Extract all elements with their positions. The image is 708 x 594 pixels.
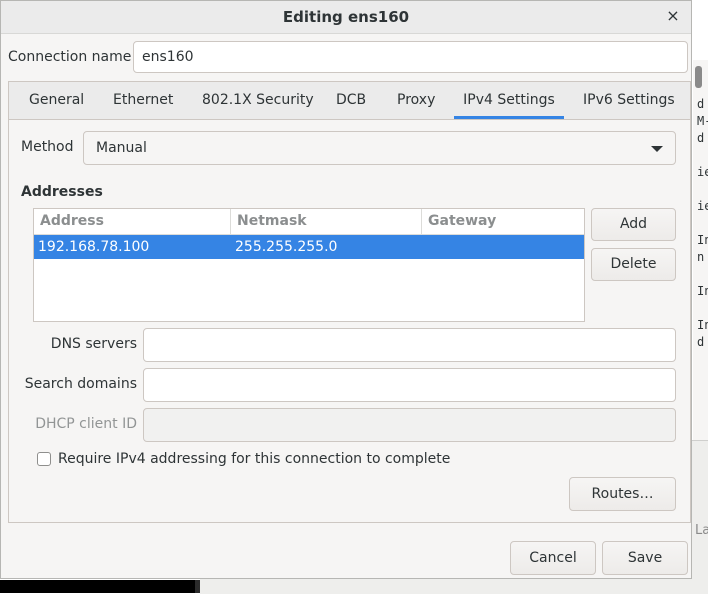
background-label: La (695, 523, 708, 538)
dhcp-client-id-label: DHCP client ID (35, 416, 137, 432)
tab-8021x-security[interactable]: 802.1X Security (202, 82, 314, 119)
method-dropdown[interactable]: Manual (83, 131, 676, 165)
cell-netmask[interactable]: 255.255.255.0 (231, 235, 337, 259)
terminal-line: d (697, 97, 705, 111)
close-icon[interactable]: × (663, 6, 683, 26)
cancel-button[interactable]: Cancel (510, 541, 596, 575)
tab-bar: General Ethernet 802.1X Security DCB Pro… (9, 82, 690, 120)
dhcp-client-id-input (143, 408, 676, 442)
column-netmask[interactable]: Netmask (230, 209, 421, 234)
require-ipv4-label[interactable]: Require IPv4 addressing for this connect… (58, 451, 450, 467)
background-divider (195, 580, 200, 593)
add-address-button[interactable]: Add (591, 208, 676, 241)
addresses-heading: Addresses (21, 184, 103, 200)
dns-servers-input[interactable] (143, 328, 676, 362)
column-gateway[interactable]: Gateway (421, 209, 584, 234)
connection-name-label: Connection name (8, 49, 132, 65)
terminal-line: n a (697, 250, 708, 264)
terminal-line: d (697, 131, 705, 145)
dialog-title: Editing ens160 (282, 8, 410, 26)
tab-ethernet[interactable]: Ethernet (113, 82, 173, 119)
terminal-line: M- (697, 114, 708, 128)
search-domains-input[interactable] (143, 368, 676, 402)
addresses-table[interactable]: Address Netmask Gateway 192.168.78.100 2… (33, 208, 585, 322)
tab-ipv6-settings[interactable]: IPv6 Settings (583, 82, 675, 119)
background-desktop (0, 580, 195, 593)
tab-proxy[interactable]: Proxy (397, 82, 435, 119)
editing-connection-dialog: Editing ens160 × Connection name ens160 … (0, 0, 692, 579)
tab-ipv4-settings[interactable]: IPv4 Settings (454, 82, 564, 119)
terminal-line: ie (697, 199, 708, 213)
column-address[interactable]: Address (34, 209, 230, 234)
save-button[interactable]: Save (602, 541, 688, 575)
method-label: Method (21, 139, 74, 155)
connection-name-input[interactable]: ens160 (133, 41, 688, 73)
terminal-line: In (697, 318, 708, 332)
terminal-scrollbar[interactable] (695, 66, 702, 88)
tab-dcb[interactable]: DCB (336, 82, 366, 119)
tab-general[interactable]: General (29, 82, 84, 119)
method-value: Manual (96, 140, 147, 156)
terminal-output: d M-d ie ie In n a In In d (697, 96, 708, 426)
terminal-line: ie (697, 165, 708, 179)
dialog-titlebar: Editing ens160 × (1, 1, 691, 34)
search-domains-label: Search domains (24, 376, 137, 392)
dns-servers-label: DNS servers (50, 336, 137, 352)
dropdown-arrow-icon (651, 146, 663, 152)
require-ipv4-checkbox[interactable] (37, 452, 51, 466)
terminal-line: In (697, 284, 708, 298)
cell-address[interactable]: 192.168.78.100 (34, 235, 149, 259)
terminal-line: In (697, 233, 708, 247)
terminal-line: d (697, 335, 705, 349)
table-row[interactable]: 192.168.78.100 255.255.255.0 (34, 235, 584, 259)
routes-button[interactable]: Routes… (569, 477, 676, 511)
table-header: Address Netmask Gateway (34, 209, 584, 235)
delete-address-button[interactable]: Delete (591, 248, 676, 281)
cell-gateway[interactable] (422, 235, 426, 259)
